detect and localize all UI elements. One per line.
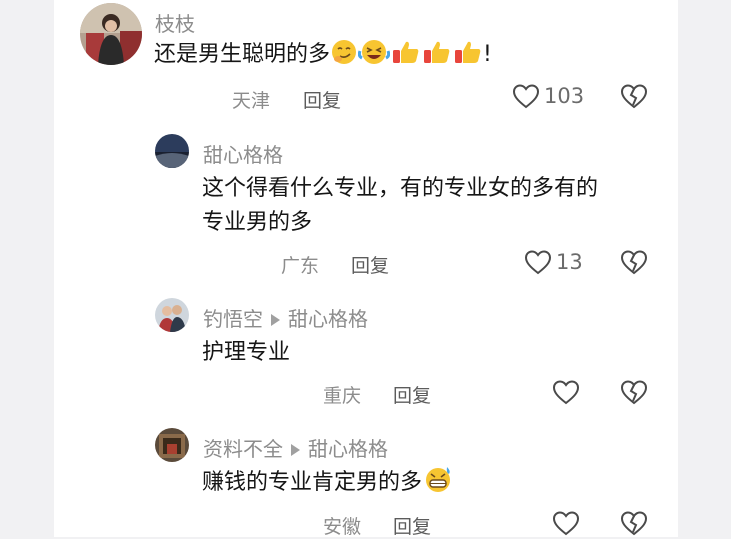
comment-text: 还是男生聪明的多! (154, 38, 492, 76)
reply-button[interactable]: 回复 (351, 251, 389, 278)
broken-heart-icon[interactable] (620, 249, 648, 275)
comment-author[interactable]: 枝枝 (155, 8, 195, 37)
reply-button[interactable]: 回复 (393, 381, 431, 408)
heart-outline-icon[interactable] (552, 379, 580, 405)
reply-to-author[interactable]: 甜心格格 (308, 437, 388, 461)
comment-text-suffix: ! (483, 42, 492, 67)
like-button[interactable]: 13 (524, 249, 583, 275)
heart-outline-icon[interactable] (552, 510, 580, 536)
comment-text-body: 赚钱的专业肯定男的多 (202, 470, 423, 495)
thumbs-up-emoji-icon (422, 39, 452, 76)
grimacing-sweat-emoji-icon (423, 465, 453, 504)
thumbs-up-emoji-icon (391, 39, 421, 76)
reply-button[interactable]: 回复 (393, 512, 431, 539)
thumbs-up-emoji-icon (453, 39, 483, 76)
comment-author[interactable]: 甜心格格 (203, 139, 283, 168)
smirk-emoji-icon (331, 39, 357, 76)
like-button[interactable]: 103 (512, 83, 584, 109)
comment-text: 护理专业 (202, 340, 291, 365)
avatar[interactable] (155, 298, 189, 332)
comment-location: 安徽 (323, 516, 362, 538)
broken-heart-icon[interactable] (620, 510, 648, 536)
avatar[interactable] (80, 3, 142, 65)
like-count: 13 (556, 250, 583, 274)
comment-location: 广东 (281, 255, 320, 277)
comment-author[interactable]: 资料不全 (203, 437, 283, 461)
comment-text-line: 专业男的多 (202, 210, 313, 235)
comment-text-body: 还是男生聪明的多 (154, 42, 331, 67)
laughing-crying-emoji-icon (357, 39, 391, 76)
heart-outline-icon (512, 84, 540, 109)
broken-heart-icon[interactable] (620, 83, 648, 109)
triangle-right-icon (271, 313, 280, 326)
comment-location: 天津 (232, 90, 271, 112)
reply-button[interactable]: 回复 (303, 86, 341, 113)
avatar[interactable] (155, 428, 189, 462)
avatar[interactable] (155, 134, 189, 168)
heart-outline-icon (524, 250, 552, 275)
comment-text: 赚钱的专业肯定男的多 (202, 465, 453, 504)
comment-text-line: 这个得看什么专业，有的专业女的多有的 (202, 176, 599, 201)
comment-author-line: 钓悟空 甜心格格 (203, 303, 368, 332)
comment-author-line: 资料不全 甜心格格 (203, 433, 388, 462)
comment-location: 重庆 (323, 385, 362, 407)
comment-author[interactable]: 钓悟空 (203, 307, 263, 331)
triangle-right-icon (291, 443, 300, 456)
like-count: 103 (544, 84, 585, 108)
reply-to-author[interactable]: 甜心格格 (288, 307, 368, 331)
broken-heart-icon[interactable] (620, 379, 648, 405)
